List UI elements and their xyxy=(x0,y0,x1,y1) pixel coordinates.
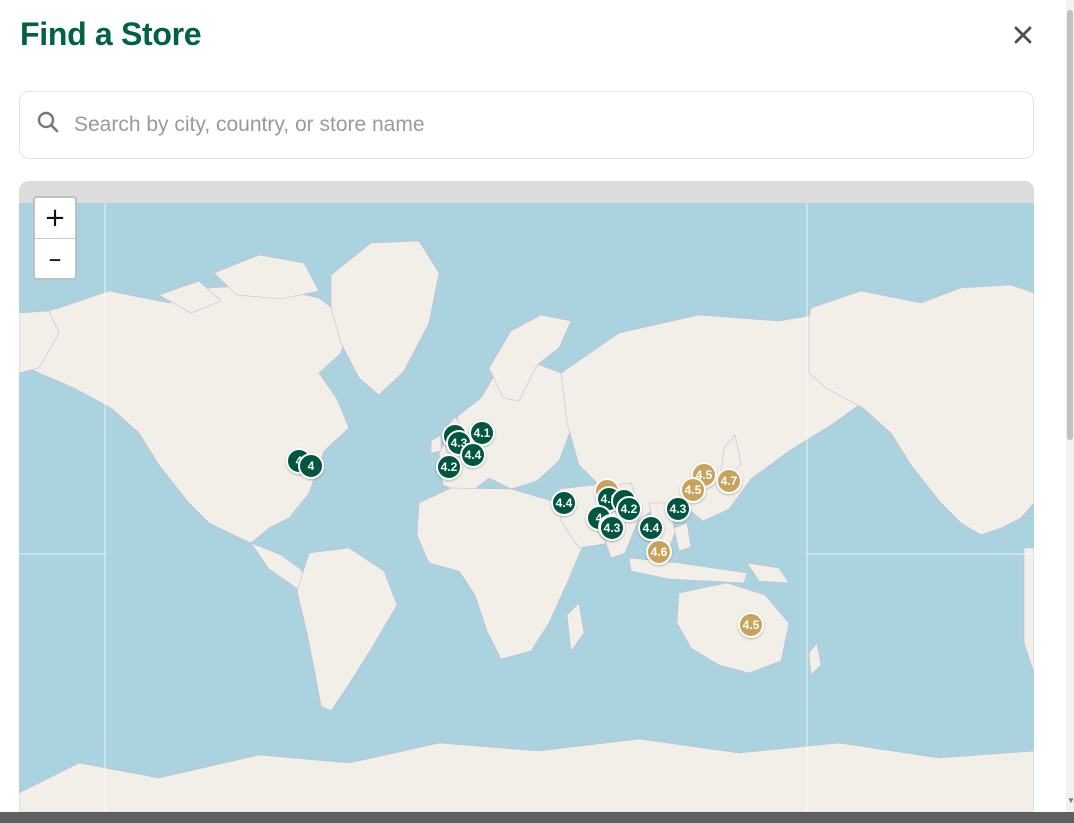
store-marker[interactable]: 4 xyxy=(298,453,324,479)
store-marker[interactable]: 4.3 xyxy=(599,515,625,541)
zoom-control: + – xyxy=(33,196,77,280)
bottom-bar xyxy=(0,812,1074,823)
store-map[interactable]: + – 4444.14.34.44.24.444.244.2444.34.44.… xyxy=(19,181,1034,812)
search-icon xyxy=(37,111,59,133)
close-button[interactable] xyxy=(1008,20,1038,50)
store-marker[interactable]: 4.5 xyxy=(738,612,764,638)
store-marker[interactable]: 4.4 xyxy=(551,490,577,516)
page-scrollbar[interactable]: ▼ xyxy=(1066,0,1074,812)
close-icon xyxy=(1014,26,1032,44)
scrollbar-thumb[interactable] xyxy=(1067,10,1073,440)
find-store-modal: Find a Store Search by city, country, or… xyxy=(0,0,1074,812)
store-marker[interactable]: 4.2 xyxy=(436,454,462,480)
store-marker[interactable]: 4.6 xyxy=(646,539,672,565)
zoom-out-button[interactable]: – xyxy=(35,238,75,278)
store-marker[interactable]: 4.4 xyxy=(638,515,664,541)
map-top-strip xyxy=(19,181,1034,203)
world-map-tiles xyxy=(19,203,1034,812)
zoom-in-button[interactable]: + xyxy=(35,198,75,238)
search-box xyxy=(19,91,1034,159)
search-input[interactable] xyxy=(74,106,1004,144)
store-marker[interactable]: 4.5 xyxy=(680,477,706,503)
store-marker[interactable]: 4.7 xyxy=(716,468,742,494)
store-marker[interactable]: 4.4 xyxy=(460,442,486,468)
scroll-down-arrow-icon[interactable]: ▼ xyxy=(1067,796,1074,805)
modal-title: Find a Store xyxy=(20,16,202,52)
